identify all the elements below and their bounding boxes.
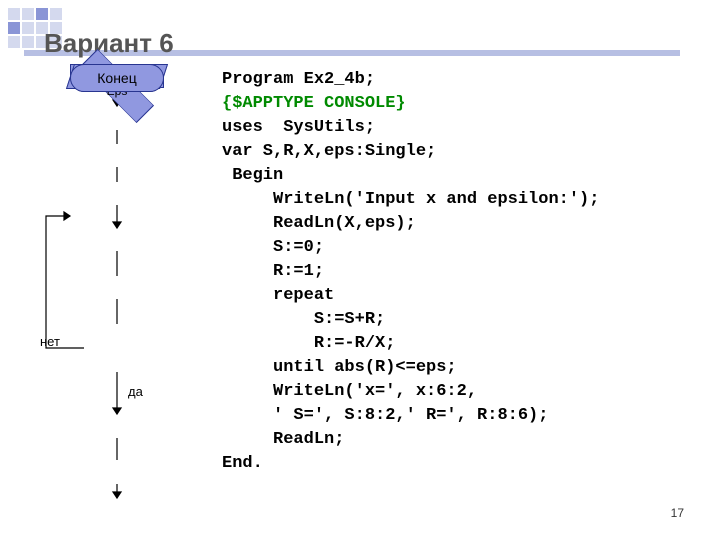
flow-connectors [42,64,192,534]
flow-label-yes: да [128,384,143,399]
flow-label-no: нет [40,334,60,349]
code-listing: Program Ex2_4b; {$APPTYPE CONSOLE} uses … [222,68,599,476]
flowchart: Начало x, Eps S=0 R=1 S=S+R R=-R/x |R|<=… [42,64,192,524]
page-title: Вариант 6 [44,28,174,59]
flow-end: Конец [70,64,164,92]
page-number: 17 [671,506,684,520]
